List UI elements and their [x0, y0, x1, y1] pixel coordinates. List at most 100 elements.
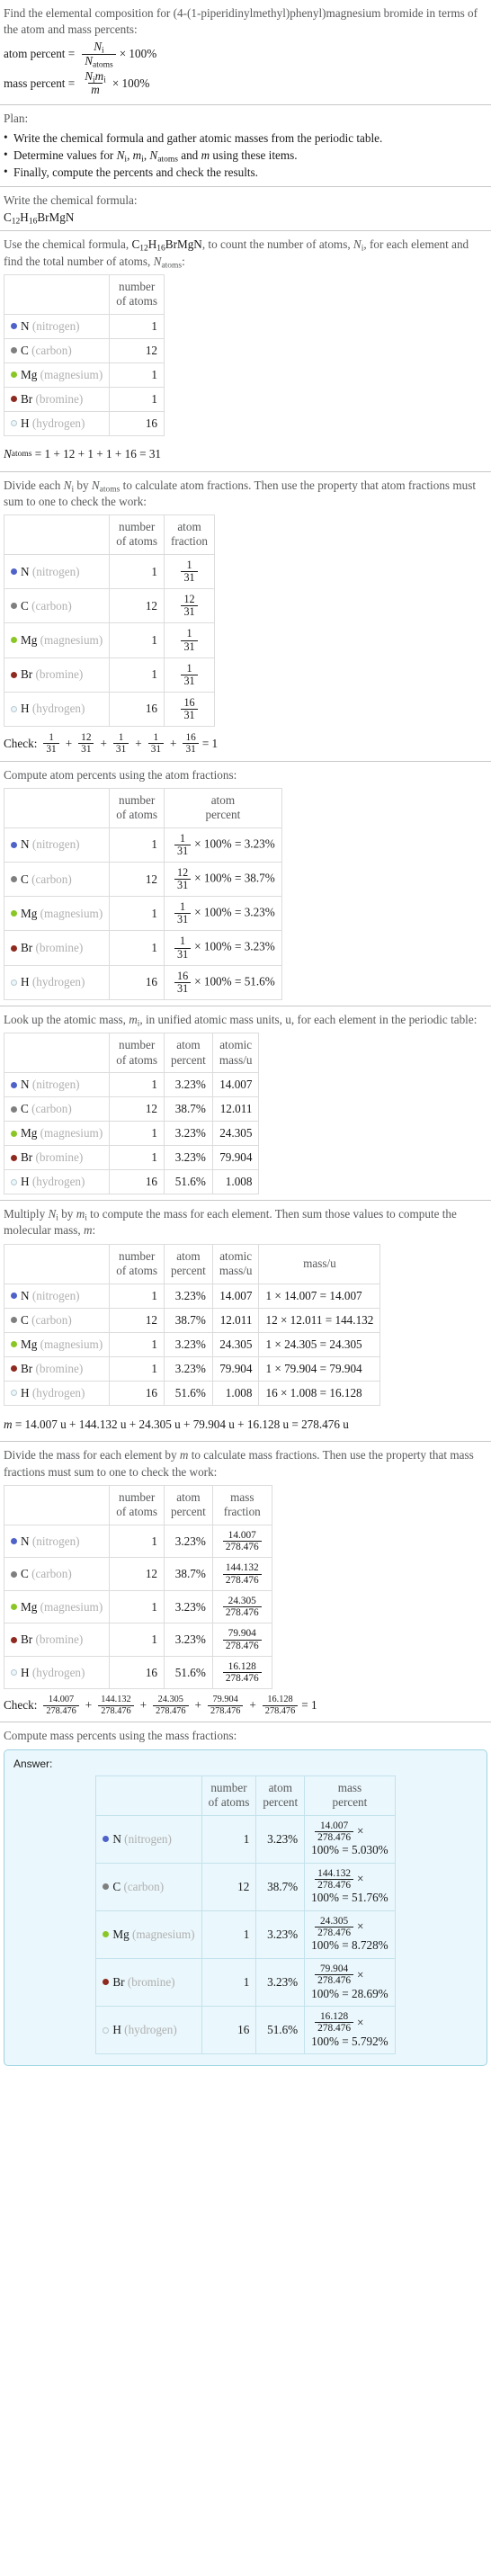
count-cell: 1	[109, 1589, 165, 1624]
table-header-row: number of atoms atom fraction	[3, 514, 216, 555]
table-row: H (hydrogen) 16	[3, 410, 165, 436]
element-cell-br: Br (bromine)	[3, 930, 111, 966]
element-color-dot-icon	[11, 637, 17, 644]
mass-fraction-section: Divide the mass for each element by m to…	[0, 1442, 491, 1721]
atomic-mass-cell: 1.008	[211, 1380, 260, 1406]
element-color-dot-icon	[11, 671, 17, 678]
element-cell-c: C (carbon)	[3, 1096, 111, 1123]
atom-percent-cell: 38.7%	[164, 1096, 213, 1123]
element-cell-br: Br (bromine)	[3, 386, 111, 412]
table-row: H (hydrogen) 16 16 31 × 100% = 51.6%	[3, 964, 282, 1000]
table-header-row: number of atoms atom percent mass fraction	[3, 1484, 272, 1525]
atom-fraction-check-line: Check: 1 31 + 12 31 + 1 31 + 1 31 + 16 31 = 1	[4, 732, 219, 756]
molecular-mass-result: m = 14.007 u + 144.132 u + 24.305 u + 79…	[4, 1417, 349, 1431]
check-label: Check:	[4, 1698, 38, 1713]
element-color-dot-icon	[11, 371, 17, 379]
table-row: N (nitrogen) 1 3.23% 14.007	[3, 1072, 260, 1098]
col-number-of-atoms: number of atoms	[201, 1775, 257, 1816]
atom-percent-cell: 3.23%	[255, 1910, 306, 1959]
count-cell: 1	[109, 657, 165, 693]
atom-percent-cell: 3.23%	[164, 1623, 213, 1657]
count-cell: 12	[109, 862, 165, 898]
mass-percent-numerator: Nimi	[85, 68, 106, 85]
atom-percent-cell: 38.7%	[164, 1557, 213, 1591]
table-row: N (nitrogen) 1 1 31	[3, 553, 216, 590]
element-color-dot-icon	[11, 1538, 17, 1545]
mass-expression-cell: 1 × 79.904 = 79.904	[258, 1355, 381, 1382]
atom-percent-cell: 3.23%	[164, 1283, 213, 1309]
atom-percent-denominator: Natoms	[82, 53, 116, 69]
count-cell: 12	[109, 337, 165, 363]
count-cell: 1	[109, 1072, 165, 1098]
mass-percent-fraction: Nimi m	[82, 68, 109, 97]
atomic-mass-cell: 12.011	[211, 1096, 260, 1123]
col-number-of-atoms: number of atoms	[109, 1033, 165, 1074]
count-cell: 1	[201, 1814, 257, 1864]
problem-statement: Find the elemental composition for (4-(1…	[4, 6, 478, 37]
element-color-dot-icon	[11, 347, 17, 354]
element-cell-mg: Mg (magnesium)	[3, 362, 111, 388]
element-cell-c: C (carbon)	[3, 862, 111, 898]
element-cell-c: C (carbon)	[3, 1557, 111, 1591]
count-cell: 16	[109, 691, 165, 728]
count-cell: 1	[109, 362, 165, 388]
table-row: Br (bromine) 1 3.23% 79.904 1 × 79.904 =…	[3, 1355, 381, 1382]
atomic-mass-table: number of atoms atom percent atomic mass/u …	[3, 1033, 260, 1195]
element-cell-h: H (hydrogen)	[3, 964, 111, 1000]
atom-percent-cell: 51.6%	[255, 2006, 306, 2055]
element-color-dot-icon	[103, 1836, 110, 1843]
atom-fraction-cell: 1 31	[164, 622, 216, 658]
col-element	[3, 787, 111, 828]
element-cell-n: N (nitrogen)	[3, 827, 111, 863]
table-row: H (hydrogen) 16 51.6% 16.128 278.476 × 100%…	[95, 2006, 396, 2055]
atom-percent-fraction: Ni Natoms	[82, 40, 116, 69]
element-color-dot-icon	[11, 568, 17, 576]
atomic-mass-cell: 24.305	[211, 1121, 260, 1147]
atom-percent-times-100: × 100%	[119, 47, 157, 61]
element-cell-h: H (hydrogen)	[3, 410, 111, 436]
mass-percent-cell: 14.007 278.476 × 100% = 5.030%	[304, 1814, 396, 1864]
table-header-row: number of atoms	[3, 273, 165, 315]
element-cell-mg: Mg (magnesium)	[3, 896, 111, 932]
element-cell-br: Br (bromine)	[3, 1355, 111, 1382]
atom-fraction-section: Divide each Ni by Natoms to calculate at…	[0, 472, 491, 761]
element-cell-n: N (nitrogen)	[3, 1072, 111, 1098]
atom-percent-cell: 3.23%	[164, 1589, 213, 1624]
count-cell: 12	[109, 588, 165, 624]
count-cell: 1	[109, 1331, 165, 1357]
table-row: H (hydrogen) 16 51.6% 1.008 16 × 1.008 =…	[3, 1380, 381, 1406]
atom-count-section: Use the chemical formula, C12H16BrMgN, t…	[0, 231, 491, 470]
mass-fraction-cell: 24.305 278.476	[211, 1589, 272, 1624]
worksheet-page: Find the elemental composition for (4-(1…	[0, 0, 491, 2071]
element-color-dot-icon	[103, 1883, 110, 1891]
element-cell-c: C (carbon)	[3, 337, 111, 363]
element-cell-mg: Mg (magnesium)	[95, 1910, 202, 1959]
col-atom-percent: atom percent	[164, 787, 282, 828]
table-row: N (nitrogen) 1 3.23% 14.007 1 × 14.007 =…	[3, 1283, 381, 1309]
element-cell-n: N (nitrogen)	[95, 1814, 202, 1864]
count-cell: 1	[109, 1623, 165, 1657]
col-mass-percent: mass percent	[304, 1775, 396, 1816]
check-label: Check:	[4, 736, 38, 750]
table-row: Br (bromine) 1 1 31	[3, 657, 216, 693]
chemical-formula: C12H16BrMgN	[4, 210, 75, 227]
table-row: N (nitrogen) 1 1 31 × 100% = 3.23%	[3, 827, 282, 863]
atom-count-prompt: Use the chemical formula, C12H16BrMgN, t…	[4, 237, 469, 271]
table-row: Mg (magnesium) 1 3.23% 24.305 278.476	[3, 1589, 272, 1624]
element-color-dot-icon	[11, 979, 17, 986]
atom-percent-cell: 3.23%	[164, 1524, 213, 1559]
table-row: C (carbon) 12 38.7% 12.011	[3, 1096, 260, 1123]
atomic-mass-cell: 14.007	[211, 1072, 260, 1098]
chemical-formula-prompt: Write the chemical formula:	[4, 193, 138, 208]
count-cell: 1	[109, 1121, 165, 1147]
element-color-dot-icon	[11, 1178, 17, 1185]
count-cell: 1	[109, 622, 165, 658]
table-header-row: number of atoms atom percent	[3, 787, 282, 828]
atomic-mass-cell: 24.305	[211, 1331, 260, 1357]
element-cell-h: H (hydrogen)	[3, 691, 111, 728]
atom-percent-cell: 3.23%	[164, 1355, 213, 1382]
element-color-dot-icon	[11, 876, 17, 883]
element-color-dot-icon	[11, 1292, 17, 1300]
atomic-mass-section: Look up the atomic mass, mi, in unified …	[0, 1006, 491, 1200]
mass-percent-label: mass percent =	[4, 76, 76, 90]
